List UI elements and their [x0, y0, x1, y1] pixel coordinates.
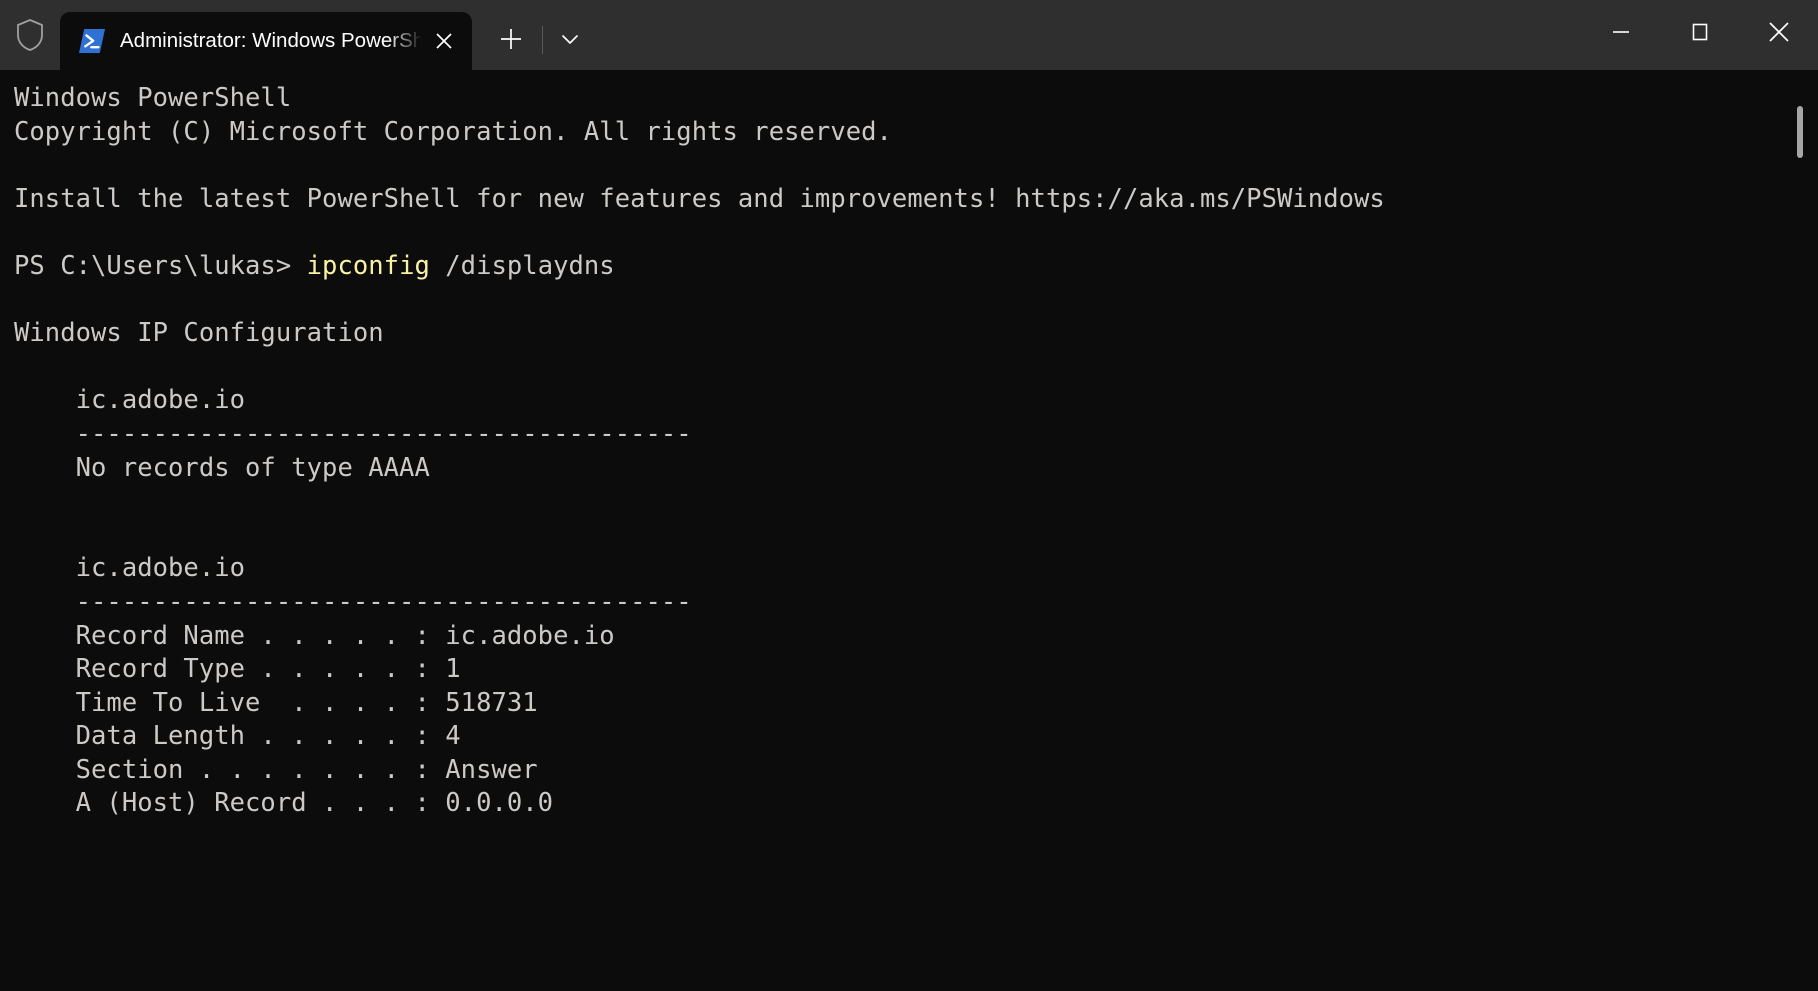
admin-shield-indicator	[0, 0, 60, 70]
terminal-scrollbar[interactable]	[1795, 70, 1807, 991]
console-line: Windows PowerShell	[14, 83, 292, 113]
close-button[interactable]	[1739, 0, 1818, 64]
toolbar-divider	[542, 26, 543, 54]
console-line: ----------------------------------------	[14, 418, 692, 449]
console-line: Time To Live . . . . : 518731	[14, 687, 538, 718]
shell-command-args: /displaydns	[429, 250, 615, 281]
console-line: Data Length . . . . . : 4	[14, 721, 461, 752]
minimize-button[interactable]	[1581, 0, 1660, 64]
tab-strip: Administrator: Windows PowerShell	[60, 0, 1581, 70]
window-controls	[1581, 0, 1818, 70]
console-line: Record Type . . . . . : 1	[14, 654, 461, 685]
console-line: A (Host) Record . . . : 0.0.0.0	[14, 788, 554, 819]
console-line: Section . . . . . . . : Answer	[14, 754, 538, 785]
console-text: Windows PowerShell Copyright (C) Microsof…	[14, 82, 1818, 821]
console-line: ic.adobe.io	[14, 385, 246, 416]
tab-close-icon[interactable]	[422, 19, 466, 63]
console-line: No records of type AAAA	[14, 452, 430, 483]
console-line: Copyright (C) Microsoft Corporation. All…	[14, 116, 892, 147]
chevron-down-icon	[559, 28, 581, 54]
powershell-icon	[78, 27, 106, 55]
maximize-button[interactable]	[1660, 0, 1739, 64]
scrollbar-thumb[interactable]	[1797, 106, 1803, 158]
new-tab-button[interactable]	[488, 18, 534, 64]
console-line: ----------------------------------------	[14, 586, 692, 617]
shell-command: ipconfig	[306, 250, 430, 281]
console-line: ic.adobe.io	[14, 553, 246, 584]
plus-icon	[500, 28, 522, 54]
console-line: Install the latest PowerShell for new fe…	[14, 183, 1385, 214]
tab-dropdown-button[interactable]	[547, 18, 593, 64]
console-line: Record Name . . . . . : ic.adobe.io	[14, 620, 615, 651]
tab-administrator-windows-powershell[interactable]: Administrator: Windows PowerShell	[60, 12, 472, 70]
title-bar: Administrator: Windows PowerShell	[0, 0, 1818, 70]
console-line: PS C:\Users\lukas> ipconfig /displaydns	[14, 250, 1818, 284]
console-line: Windows IP Configuration	[14, 318, 384, 349]
terminal-output-pane[interactable]: Windows PowerShell Copyright (C) Microsof…	[0, 70, 1818, 991]
shield-icon	[15, 18, 45, 52]
tab-title: Administrator: Windows PowerShell	[120, 29, 422, 52]
shell-prompt: PS C:\Users\lukas>	[14, 250, 307, 281]
